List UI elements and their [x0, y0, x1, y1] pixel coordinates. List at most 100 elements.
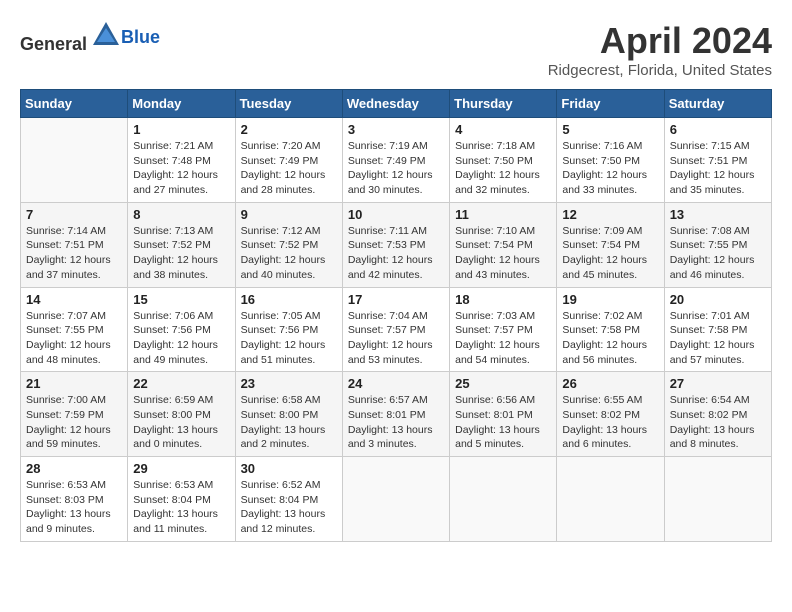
- day-info: Sunrise: 7:10 AMSunset: 7:54 PMDaylight:…: [455, 224, 551, 283]
- day-number: 8: [133, 207, 229, 222]
- day-header-sunday: Sunday: [21, 90, 128, 118]
- day-number: 4: [455, 122, 551, 137]
- calendar-cell: [664, 457, 771, 542]
- day-info: Sunrise: 7:01 AMSunset: 7:58 PMDaylight:…: [670, 309, 766, 368]
- calendar-cell: 16 Sunrise: 7:05 AMSunset: 7:56 PMDayligh…: [235, 287, 342, 372]
- day-info: Sunrise: 7:05 AMSunset: 7:56 PMDaylight:…: [241, 309, 337, 368]
- day-info: Sunrise: 6:52 AMSunset: 8:04 PMDaylight:…: [241, 478, 337, 537]
- calendar-cell: 8 Sunrise: 7:13 AMSunset: 7:52 PMDaylight…: [128, 202, 235, 287]
- logo-icon: [91, 20, 121, 50]
- calendar-cell: 29 Sunrise: 6:53 AMSunset: 8:04 PMDayligh…: [128, 457, 235, 542]
- day-number: 2: [241, 122, 337, 137]
- calendar-week-3: 14 Sunrise: 7:07 AMSunset: 7:55 PMDayligh…: [21, 287, 772, 372]
- calendar: SundayMondayTuesdayWednesdayThursdayFrid…: [20, 89, 772, 542]
- day-number: 19: [562, 292, 658, 307]
- day-number: 18: [455, 292, 551, 307]
- calendar-header-row: SundayMondayTuesdayWednesdayThursdayFrid…: [21, 90, 772, 118]
- calendar-cell: 22Sunrise: 6:59 AMSunset: 8:00 PMDayligh…: [128, 372, 235, 457]
- day-info: Sunrise: 7:06 AMSunset: 7:56 PMDaylight:…: [133, 309, 229, 368]
- calendar-cell: 13 Sunrise: 7:08 AMSunset: 7:55 PMDayligh…: [664, 202, 771, 287]
- day-info: Sunrise: 7:04 AMSunset: 7:57 PMDaylight:…: [348, 309, 444, 368]
- header: General Blue April 2024 Ridgecrest, Flor…: [20, 20, 772, 79]
- day-number: 15: [133, 292, 229, 307]
- day-number: 20: [670, 292, 766, 307]
- calendar-cell: 27Sunrise: 6:54 AMSunset: 8:02 PMDayligh…: [664, 372, 771, 457]
- calendar-cell: 6 Sunrise: 7:15 AMSunset: 7:51 PMDaylight…: [664, 118, 771, 203]
- day-header-thursday: Thursday: [450, 90, 557, 118]
- day-number: 16: [241, 292, 337, 307]
- day-number: 17: [348, 292, 444, 307]
- day-number: 26: [562, 376, 658, 391]
- day-info: Sunrise: 6:53 AMSunset: 8:03 PMDaylight:…: [26, 478, 122, 537]
- day-number: 6: [670, 122, 766, 137]
- calendar-cell: 24 Sunrise: 6:57 AMSunset: 8:01 PMDayligh…: [342, 372, 449, 457]
- calendar-cell: 17 Sunrise: 7:04 AMSunset: 7:57 PMDayligh…: [342, 287, 449, 372]
- day-number: 22: [133, 376, 229, 391]
- day-number: 5: [562, 122, 658, 137]
- day-info: Sunrise: 7:00 AMSunset: 7:59 PMDaylight:…: [26, 393, 122, 452]
- calendar-cell: 26 Sunrise: 6:55 AMSunset: 8:02 PMDayligh…: [557, 372, 664, 457]
- calendar-cell: [450, 457, 557, 542]
- day-number: 24: [348, 376, 444, 391]
- day-header-tuesday: Tuesday: [235, 90, 342, 118]
- day-info: Sunrise: 6:57 AMSunset: 8:01 PMDaylight:…: [348, 393, 444, 452]
- calendar-cell: 14 Sunrise: 7:07 AMSunset: 7:55 PMDayligh…: [21, 287, 128, 372]
- day-info: Sunrise: 7:20 AMSunset: 7:49 PMDaylight:…: [241, 139, 337, 198]
- calendar-week-5: 28 Sunrise: 6:53 AMSunset: 8:03 PMDayligh…: [21, 457, 772, 542]
- day-number: 25: [455, 376, 551, 391]
- day-info: Sunrise: 7:16 AMSunset: 7:50 PMDaylight:…: [562, 139, 658, 198]
- day-number: 1: [133, 122, 229, 137]
- day-info: Sunrise: 6:56 AMSunset: 8:01 PMDaylight:…: [455, 393, 551, 452]
- calendar-cell: 30 Sunrise: 6:52 AMSunset: 8:04 PMDayligh…: [235, 457, 342, 542]
- logo: General Blue: [20, 20, 160, 55]
- day-number: 10: [348, 207, 444, 222]
- logo-blue: Blue: [121, 27, 160, 48]
- day-number: 28: [26, 461, 122, 476]
- calendar-cell: 11 Sunrise: 7:10 AMSunset: 7:54 PMDayligh…: [450, 202, 557, 287]
- day-info: Sunrise: 6:54 AMSunset: 8:02 PMDaylight:…: [670, 393, 766, 452]
- day-number: 12: [562, 207, 658, 222]
- day-info: Sunrise: 6:58 AMSunset: 8:00 PMDaylight:…: [241, 393, 337, 452]
- day-info: Sunrise: 7:19 AMSunset: 7:49 PMDaylight:…: [348, 139, 444, 198]
- day-info: Sunrise: 6:55 AMSunset: 8:02 PMDaylight:…: [562, 393, 658, 452]
- day-number: 9: [241, 207, 337, 222]
- day-info: Sunrise: 7:21 AMSunset: 7:48 PMDaylight:…: [133, 139, 229, 198]
- day-info: Sunrise: 7:14 AMSunset: 7:51 PMDaylight:…: [26, 224, 122, 283]
- day-info: Sunrise: 7:08 AMSunset: 7:55 PMDaylight:…: [670, 224, 766, 283]
- day-number: 13: [670, 207, 766, 222]
- calendar-cell: [342, 457, 449, 542]
- day-info: Sunrise: 7:13 AMSunset: 7:52 PMDaylight:…: [133, 224, 229, 283]
- calendar-week-1: 1 Sunrise: 7:21 AMSunset: 7:48 PMDaylight…: [21, 118, 772, 203]
- day-number: 11: [455, 207, 551, 222]
- main-title: April 2024: [548, 20, 772, 62]
- day-info: Sunrise: 7:09 AMSunset: 7:54 PMDaylight:…: [562, 224, 658, 283]
- day-info: Sunrise: 7:11 AMSunset: 7:53 PMDaylight:…: [348, 224, 444, 283]
- calendar-cell: 3 Sunrise: 7:19 AMSunset: 7:49 PMDaylight…: [342, 118, 449, 203]
- day-header-saturday: Saturday: [664, 90, 771, 118]
- calendar-cell: 4Sunrise: 7:18 AMSunset: 7:50 PMDaylight…: [450, 118, 557, 203]
- day-header-monday: Monday: [128, 90, 235, 118]
- day-info: Sunrise: 7:15 AMSunset: 7:51 PMDaylight:…: [670, 139, 766, 198]
- day-header-wednesday: Wednesday: [342, 90, 449, 118]
- calendar-cell: 18 Sunrise: 7:03 AMSunset: 7:57 PMDayligh…: [450, 287, 557, 372]
- calendar-cell: [557, 457, 664, 542]
- day-number: 14: [26, 292, 122, 307]
- day-info: Sunrise: 7:07 AMSunset: 7:55 PMDaylight:…: [26, 309, 122, 368]
- day-info: Sunrise: 6:53 AMSunset: 8:04 PMDaylight:…: [133, 478, 229, 537]
- day-info: Sunrise: 7:03 AMSunset: 7:57 PMDaylight:…: [455, 309, 551, 368]
- calendar-cell: 23 Sunrise: 6:58 AMSunset: 8:00 PMDayligh…: [235, 372, 342, 457]
- day-info: Sunrise: 7:02 AMSunset: 7:58 PMDaylight:…: [562, 309, 658, 368]
- calendar-cell: 25 Sunrise: 6:56 AMSunset: 8:01 PMDayligh…: [450, 372, 557, 457]
- day-number: 3: [348, 122, 444, 137]
- logo-general: General: [20, 34, 87, 54]
- calendar-cell: 19 Sunrise: 7:02 AMSunset: 7:58 PMDayligh…: [557, 287, 664, 372]
- day-number: 23: [241, 376, 337, 391]
- title-area: April 2024 Ridgecrest, Florida, United S…: [548, 20, 772, 79]
- day-number: 30: [241, 461, 337, 476]
- day-number: 29: [133, 461, 229, 476]
- day-info: Sunrise: 7:12 AMSunset: 7:52 PMDaylight:…: [241, 224, 337, 283]
- day-number: 21: [26, 376, 122, 391]
- calendar-cell: 2 Sunrise: 7:20 AMSunset: 7:49 PMDaylight…: [235, 118, 342, 203]
- calendar-cell: 7Sunrise: 7:14 AMSunset: 7:51 PMDaylight…: [21, 202, 128, 287]
- calendar-cell: 21 Sunrise: 7:00 AMSunset: 7:59 PMDayligh…: [21, 372, 128, 457]
